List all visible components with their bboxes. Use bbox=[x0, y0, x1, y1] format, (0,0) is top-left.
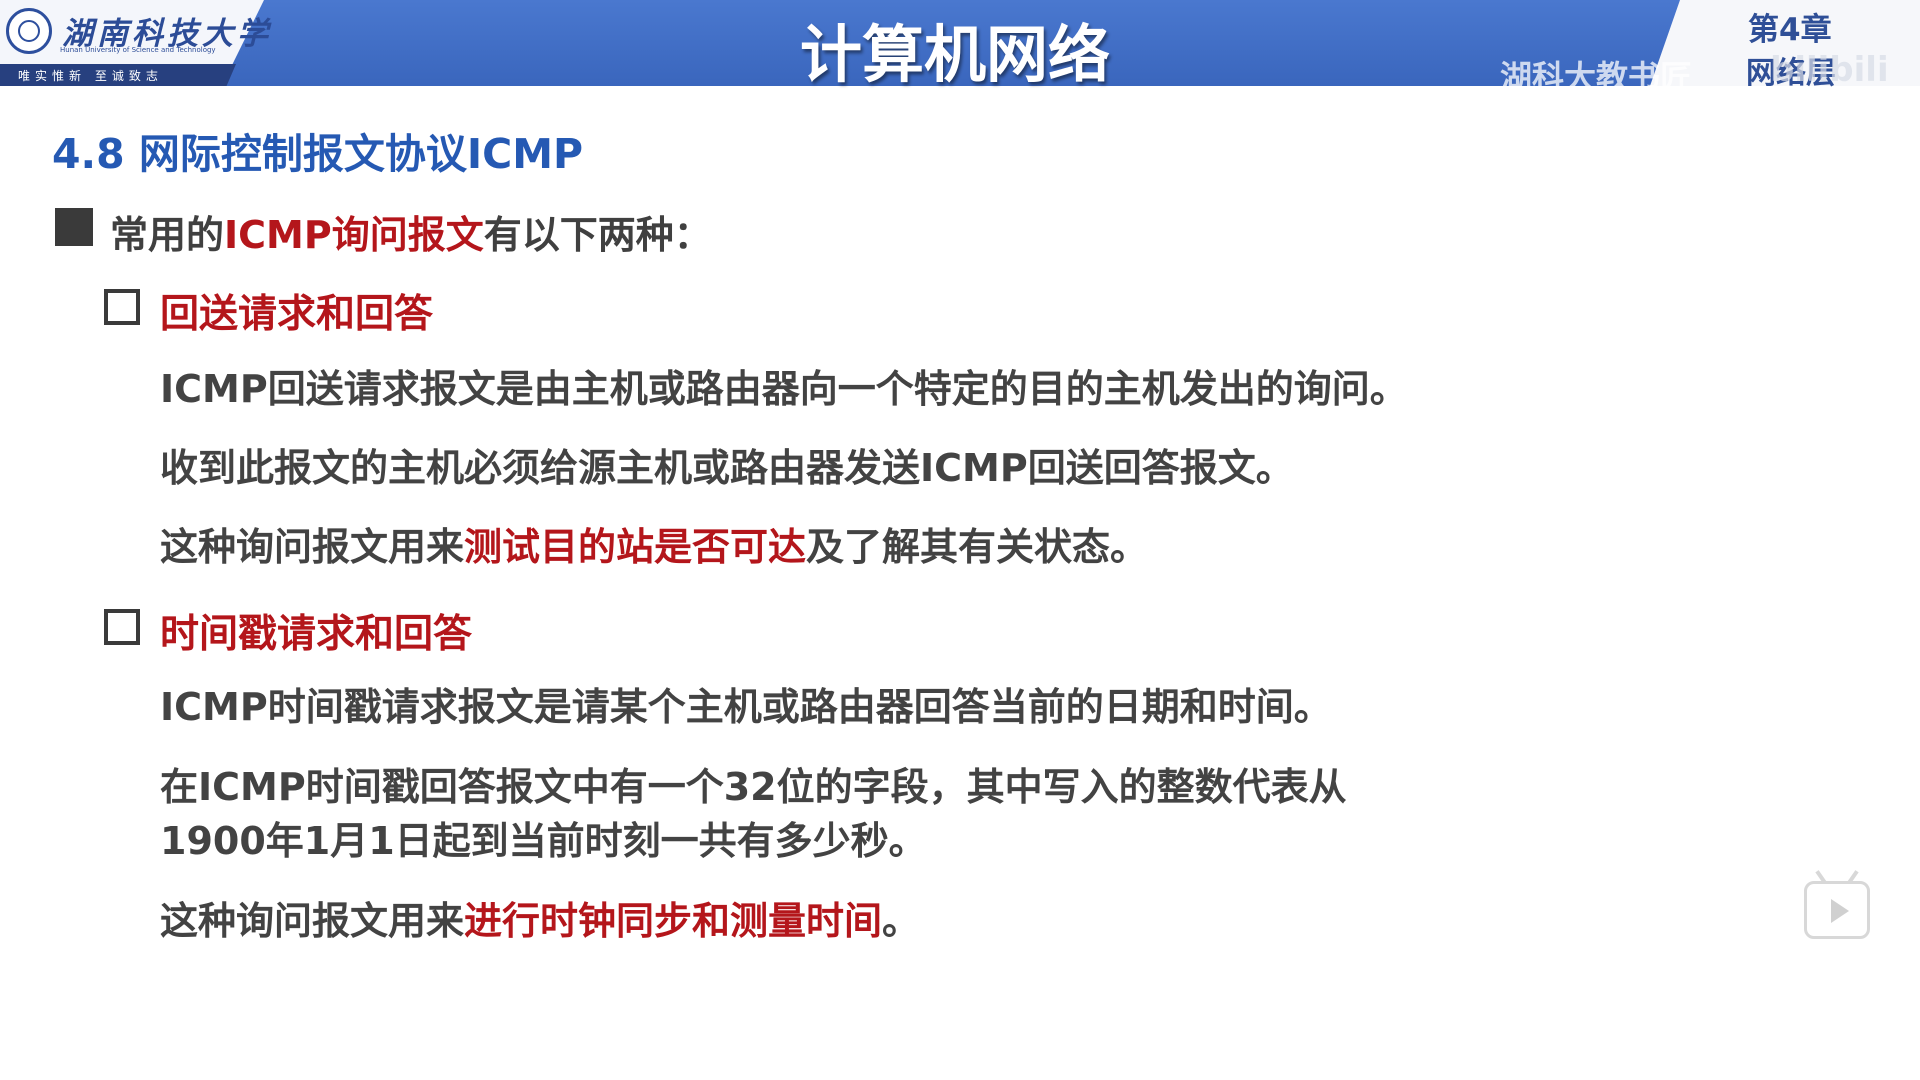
university-name-en: Hunan University of Science and Technolo… bbox=[60, 46, 216, 54]
intro-prefix: 常用的 bbox=[110, 213, 225, 257]
item-title: 回送请求和回答 bbox=[160, 292, 434, 337]
paragraph-suffix: 及了解其有关状态。 bbox=[806, 525, 1149, 569]
paragraph: 这种询问报文用来进行时钟同步和测量时间。 bbox=[160, 894, 920, 948]
university-motto: 唯实惟新 至诚致志 bbox=[18, 69, 163, 83]
paragraph: 1900年1月1日起到当前时刻一共有多少秒。 bbox=[160, 819, 927, 863]
paragraph: 在ICMP时间戳回答报文中有一个32位的字段，其中写入的整数代表从 bbox=[160, 765, 1347, 809]
section-title: 4.8 网际控制报文协议ICMP bbox=[52, 130, 584, 178]
checkbox-bullet-icon bbox=[104, 609, 140, 645]
paragraph-suffix: 。 bbox=[882, 899, 921, 943]
item-title: 时间戳请求和回答 bbox=[160, 612, 473, 657]
intro-suffix: 有以下两种： bbox=[483, 213, 712, 257]
tv-play-icon[interactable] bbox=[1804, 881, 1870, 939]
paragraph: ICMP回送请求报文是由主机或路由器向一个特定的目的主机发出的询问。 bbox=[160, 367, 1408, 411]
play-icon bbox=[1831, 899, 1849, 923]
paragraph-highlight: 进行时钟同步和测量时间 bbox=[464, 899, 883, 943]
intro-highlight: ICMP询问报文 bbox=[224, 213, 484, 257]
checkbox-bullet-icon bbox=[104, 289, 140, 325]
platform-logo-watermark: bilibili bbox=[1770, 50, 1889, 90]
course-title: 计算机网络 bbox=[799, 18, 1110, 91]
watermark-text: 湖科大教书匠 bbox=[1500, 58, 1693, 96]
paragraph-highlight: 测试目的站是否可达 bbox=[464, 525, 807, 569]
paragraph: ICMP时间戳请求报文是请某个主机或路由器回答当前的日期和时间。 bbox=[160, 685, 1332, 729]
slide-header: 湖南科技大学 Hunan University of Science and T… bbox=[0, 0, 1920, 96]
square-bullet-icon bbox=[55, 208, 93, 246]
chapter-number: 第4章 bbox=[1748, 12, 1832, 48]
university-emblem-icon bbox=[6, 8, 52, 54]
paragraph-prefix: 这种询问报文用来 bbox=[160, 525, 465, 569]
paragraph: 收到此报文的主机必须给源主机或路由器发送ICMP回送回答报文。 bbox=[160, 446, 1294, 490]
intro-text: 常用的ICMP询问报文有以下两种： bbox=[110, 204, 712, 259]
paragraph: 这种询问报文用来测试目的站是否可达及了解其有关状态。 bbox=[160, 520, 1148, 574]
paragraph-prefix: 这种询问报文用来 bbox=[160, 899, 465, 943]
